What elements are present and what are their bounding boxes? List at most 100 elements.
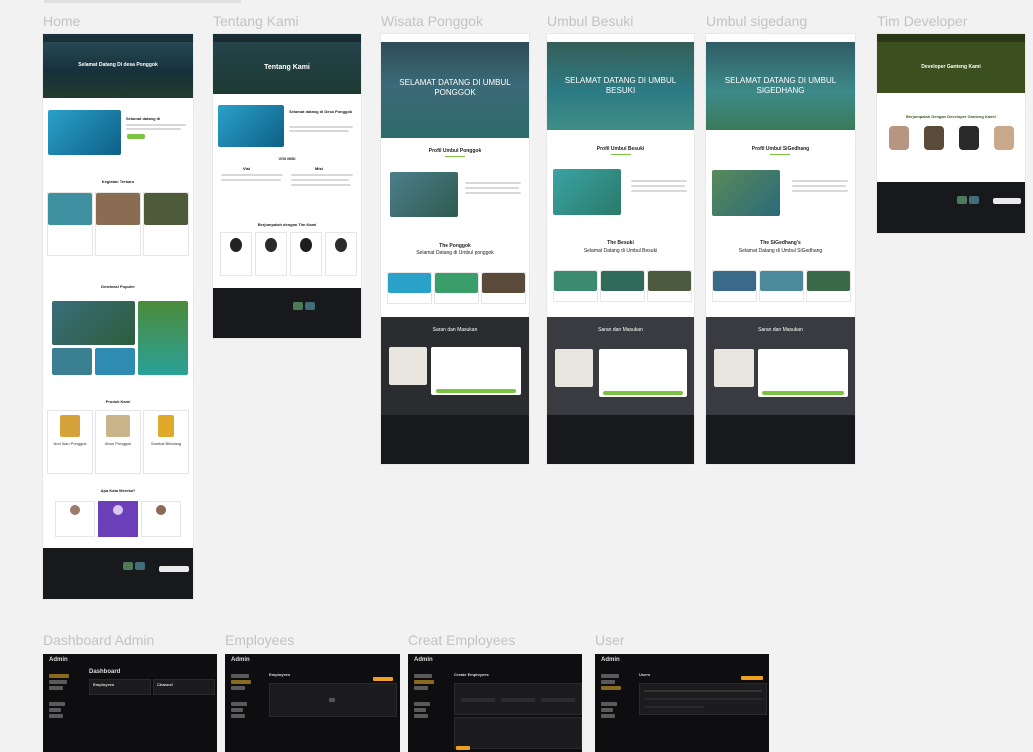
tentang-team-card[interactable] bbox=[290, 232, 322, 276]
frame-home[interactable]: Selamat Datang Di desa Ponggok Selamat d… bbox=[43, 34, 193, 599]
user-nav-item[interactable] bbox=[601, 714, 615, 718]
create-nav-item[interactable] bbox=[414, 686, 428, 690]
user-nav-item[interactable] bbox=[601, 708, 613, 712]
ponggok-gallery-card[interactable] bbox=[481, 272, 526, 304]
home-product-card[interactable]: Nori Ikan Ponggok bbox=[47, 410, 93, 474]
home-product-card[interactable]: Sambal Blindang bbox=[143, 410, 189, 474]
sigedang-gallery-card[interactable] bbox=[806, 270, 851, 302]
ponggok-navbar[interactable] bbox=[381, 34, 529, 42]
sigedang-navbar[interactable] bbox=[706, 34, 855, 42]
dashboard-nav-item[interactable] bbox=[49, 708, 61, 712]
home-hero: Selamat Datang Di desa Ponggok bbox=[43, 34, 193, 98]
employees-nav-item[interactable] bbox=[231, 686, 245, 690]
employees-nav-item[interactable] bbox=[231, 714, 245, 718]
dashboard-card-channel[interactable]: Channel bbox=[153, 679, 215, 695]
employees-new-button[interactable] bbox=[373, 677, 393, 681]
ponggok-gallery-card[interactable] bbox=[387, 272, 432, 304]
tentang-team-card[interactable] bbox=[255, 232, 287, 276]
sigedang-feedback-form[interactable] bbox=[758, 349, 848, 397]
frame-create-employees[interactable]: Admin Create Employees bbox=[408, 654, 582, 752]
employees-nav-item[interactable] bbox=[231, 702, 247, 706]
developer-photo[interactable] bbox=[959, 126, 979, 150]
sigedang-gallery-card[interactable] bbox=[712, 270, 757, 302]
frame-tim-developer[interactable]: Developer Ganteng Kami Berjumpalah Denga… bbox=[877, 34, 1025, 233]
besuki-map[interactable] bbox=[555, 349, 593, 387]
besuki-gallery-card[interactable] bbox=[647, 270, 692, 302]
home-destination-image[interactable] bbox=[95, 348, 135, 375]
employees-nav-item-active[interactable] bbox=[231, 680, 251, 684]
tentang-team-card[interactable] bbox=[325, 232, 357, 276]
create-input[interactable] bbox=[501, 698, 535, 702]
besuki-gallery-card[interactable] bbox=[600, 270, 645, 302]
user-nav-item[interactable] bbox=[601, 674, 619, 678]
create-nav-item[interactable] bbox=[414, 714, 428, 718]
dashboard-nav-item[interactable] bbox=[49, 702, 65, 706]
dashboard-card-employees[interactable]: Employees bbox=[89, 679, 151, 695]
tentang-text bbox=[289, 126, 353, 128]
dashboard-nav-item[interactable] bbox=[49, 686, 63, 690]
employees-brand: Admin bbox=[231, 657, 250, 663]
besuki-gallery-card[interactable] bbox=[553, 270, 598, 302]
create-nav-item[interactable] bbox=[414, 708, 426, 712]
frame-umbul-sigedang[interactable]: SELAMAT DATANG DI UMBUL SIGEDHANG Profil… bbox=[706, 34, 855, 464]
table-row[interactable] bbox=[644, 698, 762, 700]
user-nav-item[interactable] bbox=[601, 680, 615, 684]
employees-nav-item[interactable] bbox=[231, 708, 243, 712]
create-nav-item[interactable] bbox=[414, 702, 430, 706]
user-nav-item-active[interactable] bbox=[601, 686, 621, 690]
sigedang-submit-button[interactable] bbox=[762, 391, 844, 395]
ponggok-submit-button[interactable] bbox=[436, 389, 516, 393]
home-navbar[interactable] bbox=[43, 34, 193, 42]
frame-wisata-ponggok[interactable]: SELAMAT DATANG DI UMBUL PONGGOK Profil U… bbox=[381, 34, 529, 464]
dashboard-nav-item[interactable] bbox=[49, 680, 67, 684]
frame-label-employees: Employees bbox=[225, 632, 295, 648]
sigedang-map[interactable] bbox=[714, 349, 754, 387]
create-submit-button[interactable] bbox=[456, 746, 470, 750]
frame-dashboard-admin[interactable]: Admin Dashboard Employees Channel bbox=[43, 654, 217, 752]
besuki-profile-image bbox=[553, 169, 621, 215]
sigedang-section-title: The SiGedhang's bbox=[760, 240, 801, 246]
dashboard-nav-item[interactable] bbox=[49, 674, 69, 678]
frame-user[interactable]: Admin Users bbox=[595, 654, 769, 752]
ponggok-gallery-card[interactable] bbox=[434, 272, 479, 304]
sigedang-profile-image bbox=[712, 170, 780, 216]
user-new-button[interactable] bbox=[741, 676, 763, 680]
developer-photo[interactable] bbox=[924, 126, 944, 150]
developer-photo[interactable] bbox=[994, 126, 1014, 150]
create-input[interactable] bbox=[461, 698, 495, 702]
tentang-navbar[interactable] bbox=[213, 34, 361, 42]
frame-employees[interactable]: Admin Employees bbox=[225, 654, 400, 752]
dashboard-nav-item[interactable] bbox=[49, 714, 63, 718]
home-activity-card[interactable] bbox=[95, 192, 141, 256]
ponggok-map[interactable] bbox=[389, 347, 427, 385]
dashboard-card-label: Channel bbox=[157, 682, 173, 687]
sigedang-profile-title: Profil Umbul SiGedhang bbox=[751, 146, 810, 152]
ponggok-feedback-form[interactable] bbox=[431, 347, 521, 395]
home-activity-card[interactable] bbox=[143, 192, 189, 256]
user-nav-item[interactable] bbox=[601, 702, 617, 706]
home-activity-card[interactable] bbox=[47, 192, 93, 256]
developer-photo[interactable] bbox=[889, 126, 909, 150]
developer-navbar[interactable] bbox=[877, 34, 1025, 42]
create-nav-item-active[interactable] bbox=[414, 680, 434, 684]
besuki-feedback-form[interactable] bbox=[599, 349, 687, 397]
sigedang-gallery-card[interactable] bbox=[759, 270, 804, 302]
table-row[interactable] bbox=[644, 706, 704, 708]
create-input[interactable] bbox=[541, 698, 575, 702]
home-testimony-card[interactable] bbox=[55, 501, 95, 537]
home-destination-image[interactable] bbox=[138, 301, 188, 375]
home-testimony-card-active[interactable] bbox=[98, 501, 138, 537]
frame-tentang-kami[interactable]: Tentang Kami Selamat datang di Desa Pong… bbox=[213, 34, 361, 338]
home-product-card[interactable]: Abon Ponggok bbox=[95, 410, 141, 474]
besuki-navbar[interactable] bbox=[547, 34, 694, 42]
home-read-more-button[interactable] bbox=[127, 134, 145, 139]
frame-umbul-besuki[interactable]: SELAMAT DATANG DI UMBUL BESUKI Profil Um… bbox=[547, 34, 694, 464]
home-testimony-card[interactable] bbox=[141, 501, 181, 537]
home-destination-image[interactable] bbox=[52, 348, 92, 375]
employees-nav-item[interactable] bbox=[231, 674, 249, 678]
sigedang-hero: SELAMAT DATANG DI UMBUL SIGEDHANG bbox=[706, 34, 855, 130]
home-destination-image[interactable] bbox=[52, 301, 135, 345]
tentang-team-card[interactable] bbox=[220, 232, 252, 276]
besuki-submit-button[interactable] bbox=[603, 391, 683, 395]
create-nav-item[interactable] bbox=[414, 674, 432, 678]
